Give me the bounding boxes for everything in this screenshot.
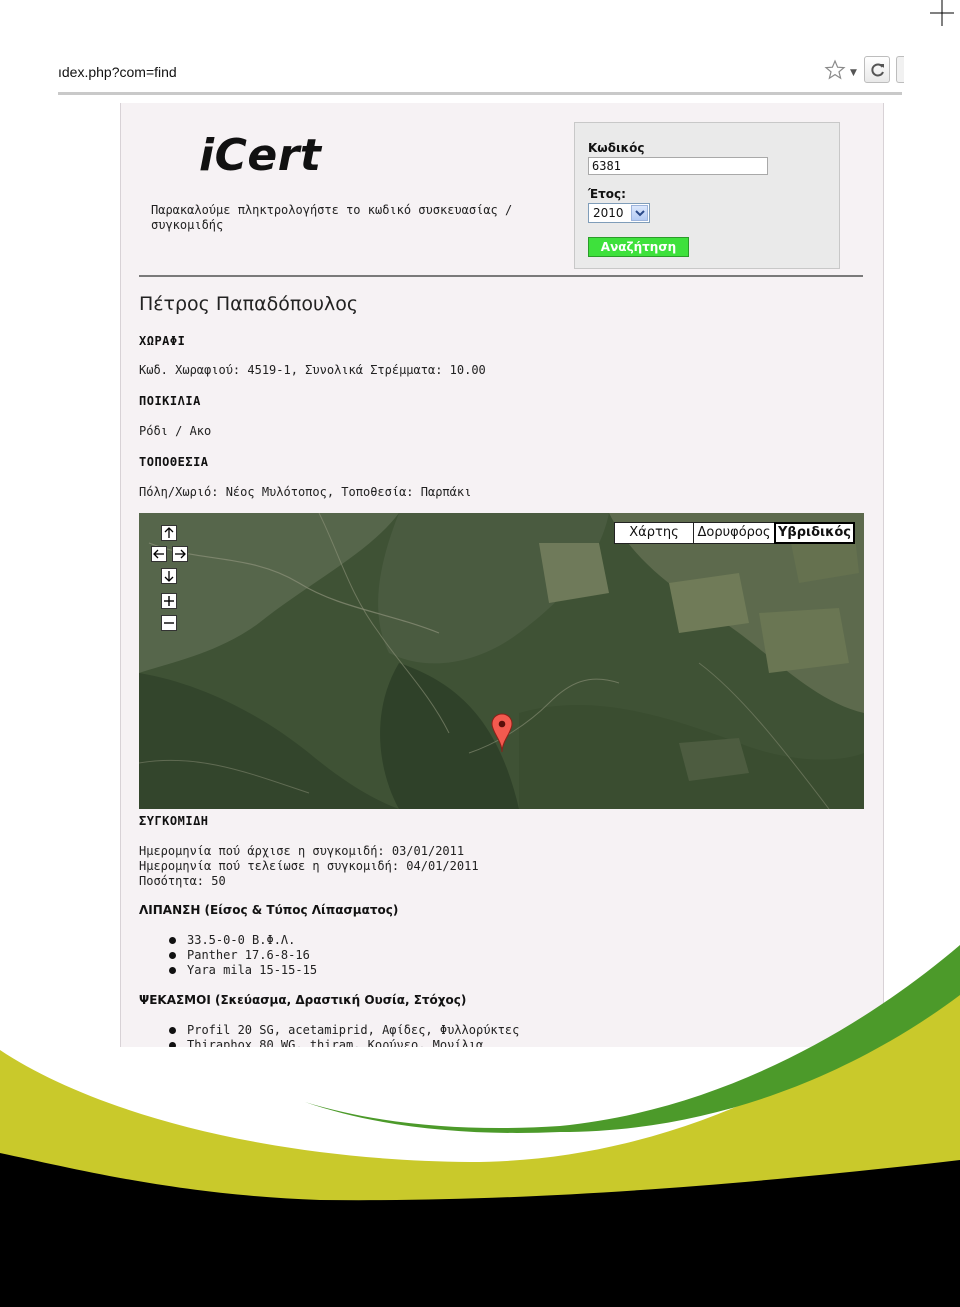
chevron-down-icon[interactable]: ▼: [850, 68, 857, 78]
map-type-satellite[interactable]: Δορυφόρος: [693, 522, 775, 544]
map-marker-icon[interactable]: [491, 713, 513, 753]
pan-right-button[interactable]: [172, 546, 188, 562]
map-type-hybrid[interactable]: Υβριδικός: [774, 522, 855, 544]
location-text: Πόλη/Χωριό: Νέος Μυλότοπος, Τοποθεσία: Π…: [139, 485, 472, 499]
zoom-in-icon: [164, 596, 174, 606]
pan-down-button[interactable]: [161, 568, 177, 584]
header-divider: [139, 275, 863, 277]
dropdown-arrow-icon[interactable]: [631, 205, 648, 221]
field-heading: ΧΩΡΑΦΙ: [139, 334, 186, 348]
zoom-out-button[interactable]: [161, 615, 177, 631]
variety-heading: ΠΟΙΚΙΛΙΑ: [139, 394, 201, 408]
arrow-right-icon: [175, 549, 186, 559]
star-icon[interactable]: [824, 59, 846, 81]
refresh-button[interactable]: [864, 56, 890, 83]
site-logo: iCert: [199, 130, 322, 181]
arrow-down-icon: [164, 571, 174, 582]
browser-toolbar: ıdex.php?com=find ▼: [58, 56, 904, 95]
decorative-footer-swoosh: [0, 945, 960, 1307]
map-type-control: Χάρτης Δορυφόρος Υβριδικός: [614, 522, 855, 544]
pan-up-button[interactable]: [161, 525, 177, 541]
refresh-icon: [871, 63, 884, 77]
search-panel: Κωδικός 6381 Έτος: 2010 Αναζήτηση: [574, 122, 840, 269]
field-text: Κωδ. Χωραφιού: 4519-1, Συνολικά Στρέμματ…: [139, 363, 486, 377]
year-select-value: 2010: [593, 206, 624, 220]
map-view[interactable]: Χάρτης Δορυφόρος Υβριδικός: [139, 513, 864, 809]
variety-text: Ρόδι / Ακο: [139, 424, 212, 438]
crop-mark-icon: [930, 0, 954, 26]
harvest-end: Ημερομηνία πού τελείωσε η συγκομιδή: 04/…: [139, 859, 479, 873]
harvest-heading: ΣΥΓΚΟΜΙΔΗ: [139, 814, 209, 828]
code-input[interactable]: 6381: [588, 157, 768, 175]
year-select[interactable]: 2010: [588, 203, 650, 223]
zoom-out-icon: [164, 622, 174, 624]
search-button[interactable]: Αναζήτηση: [588, 237, 689, 257]
arrow-up-icon: [164, 527, 174, 538]
zoom-in-button[interactable]: [161, 593, 177, 609]
location-heading: ΤΟΠΟΘΕΣΙΑ: [139, 455, 209, 469]
toolbar-edge-button[interactable]: [896, 56, 904, 83]
arrow-left-icon: [153, 549, 164, 559]
pan-left-button[interactable]: [151, 546, 167, 562]
map-type-map[interactable]: Χάρτης: [614, 522, 694, 544]
satellite-imagery: [139, 513, 864, 809]
owner-name: Πέτρος Παπαδόπουλος: [139, 293, 358, 315]
instructions-text: Παρακαλούμε πληκτρολογήστε το κωδικό συσ…: [151, 203, 513, 232]
harvest-quantity: Ποσότητα: 50: [139, 874, 226, 888]
harvest-start: Ημερομηνία πού άρχισε η συγκομιδή: 03/01…: [139, 844, 465, 858]
address-bar-url[interactable]: ıdex.php?com=find: [58, 64, 177, 80]
code-label: Κωδικός: [588, 141, 645, 155]
year-label: Έτος:: [588, 187, 626, 201]
